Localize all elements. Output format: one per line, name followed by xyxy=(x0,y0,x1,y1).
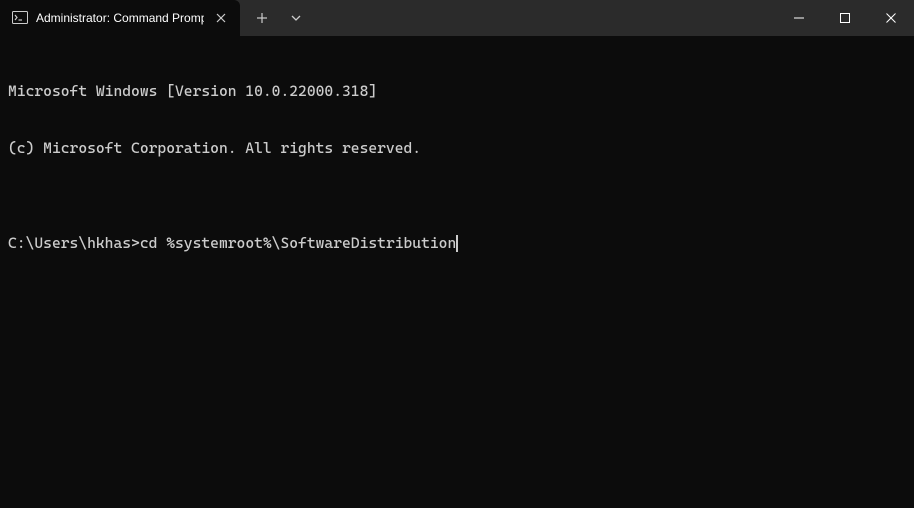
terminal-tab[interactable]: Administrator: Command Prompt xyxy=(0,0,240,36)
tabbar-actions xyxy=(240,0,312,36)
close-window-button[interactable] xyxy=(868,0,914,36)
terminal-line: (c) Microsoft Corporation. All rights re… xyxy=(8,139,906,158)
tab-dropdown-button[interactable] xyxy=(280,3,312,33)
terminal-prompt-line: C:\Users\hkhas>cd %systemroot%\SoftwareD… xyxy=(8,234,906,253)
minimize-button[interactable] xyxy=(776,0,822,36)
window-controls xyxy=(776,0,914,36)
maximize-button[interactable] xyxy=(822,0,868,36)
new-tab-button[interactable] xyxy=(246,3,278,33)
cmd-icon xyxy=(12,10,28,26)
tab-title: Administrator: Command Prompt xyxy=(36,11,204,25)
titlebar-drag-area[interactable] xyxy=(312,0,776,36)
terminal-output[interactable]: Microsoft Windows [Version 10.0.22000.31… xyxy=(0,36,914,280)
terminal-line: Microsoft Windows [Version 10.0.22000.31… xyxy=(8,82,906,101)
prompt-text: C:\Users\hkhas> xyxy=(8,234,140,253)
command-text: cd %systemroot%\SoftwareDistribution xyxy=(140,234,456,253)
text-cursor xyxy=(456,235,458,252)
tab-close-button[interactable] xyxy=(212,9,230,27)
titlebar: Administrator: Command Prompt xyxy=(0,0,914,36)
